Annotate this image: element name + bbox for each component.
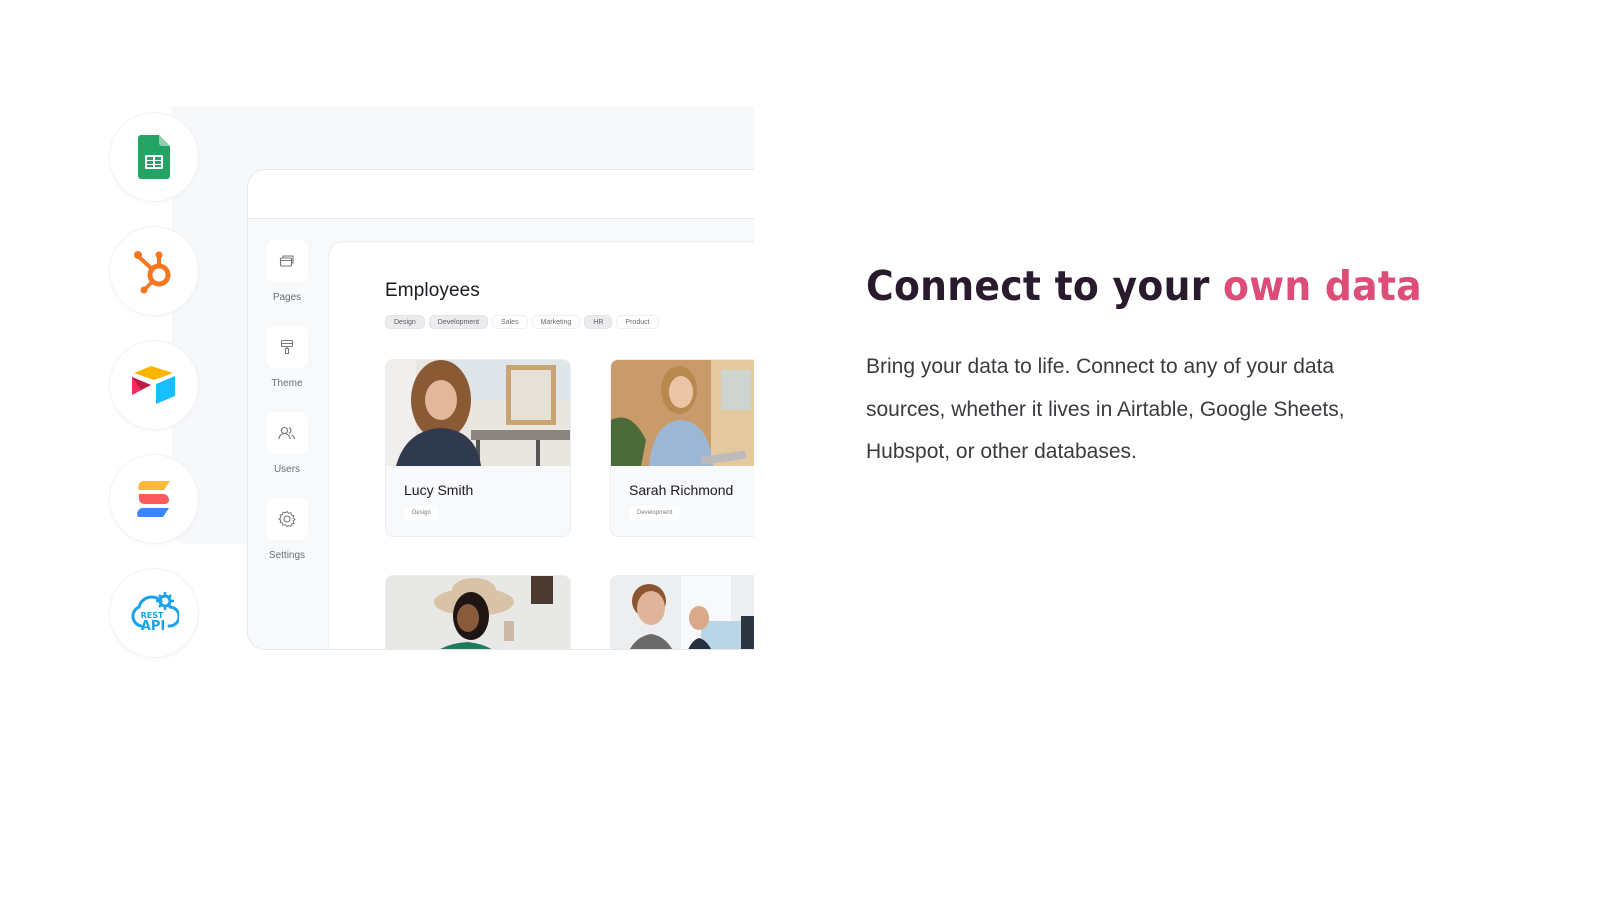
sidebar-label: Users	[273, 464, 301, 475]
filter-chips: Design Development Sales Marketing HR Pr…	[385, 315, 659, 329]
filter-chip-development[interactable]: Development	[428, 315, 489, 329]
employee-name: Sarah Richmond	[629, 482, 734, 498]
employee-photo	[386, 360, 570, 466]
headline-accent: own data	[1223, 262, 1422, 310]
employee-department: Development	[629, 506, 681, 520]
filter-chip-hr[interactable]: HR	[584, 315, 613, 329]
employee-name: Lucy Smith	[404, 482, 474, 498]
sidebar-item-pages[interactable]: Pages	[266, 240, 308, 303]
filter-chip-design[interactable]: Design	[385, 315, 425, 329]
sidebar-item-theme[interactable]: Theme	[266, 326, 308, 389]
sidebar-label: Theme	[271, 378, 303, 389]
page-title: Employees	[385, 280, 480, 301]
employee-card[interactable]	[610, 575, 754, 649]
gear-icon	[278, 510, 296, 528]
filter-chip-sales[interactable]: Sales	[492, 315, 528, 329]
employee-department: Design	[404, 506, 439, 520]
employee-card[interactable]: Sarah Richmond Development	[610, 359, 754, 537]
users-icon	[278, 426, 296, 440]
app-sidebar: Pages Theme Users Settings	[248, 219, 328, 649]
sidebar-item-settings[interactable]: Settings	[266, 498, 308, 561]
sidebar-label: Pages	[272, 292, 302, 303]
employee-card[interactable]	[385, 575, 571, 649]
app-topbar	[248, 170, 754, 219]
sidebar-item-users[interactable]: Users	[266, 412, 308, 475]
pages-icon	[279, 255, 294, 267]
filter-chip-product[interactable]: Product	[616, 315, 659, 329]
hero-description: Bring your data to life. Connect to any …	[866, 355, 1345, 463]
headline-main: Connect to your	[866, 262, 1224, 310]
employee-photo	[386, 576, 570, 649]
filter-chip-marketing[interactable]: Marketing	[531, 315, 581, 329]
sidebar-label: Settings	[268, 550, 306, 561]
paint-roller-icon	[280, 339, 294, 355]
app-preview-clip: Pages Theme Users Settings Employees Des…	[0, 0, 754, 900]
app-window: Pages Theme Users Settings Employees Des…	[247, 169, 754, 650]
hero-headline: Connect to your own data	[866, 262, 1422, 310]
employee-photo	[611, 360, 754, 466]
employee-card[interactable]: Lucy Smith Design	[385, 359, 571, 537]
app-main-panel: Employees Design Development Sales Marke…	[328, 241, 754, 649]
employee-photo	[611, 576, 754, 649]
